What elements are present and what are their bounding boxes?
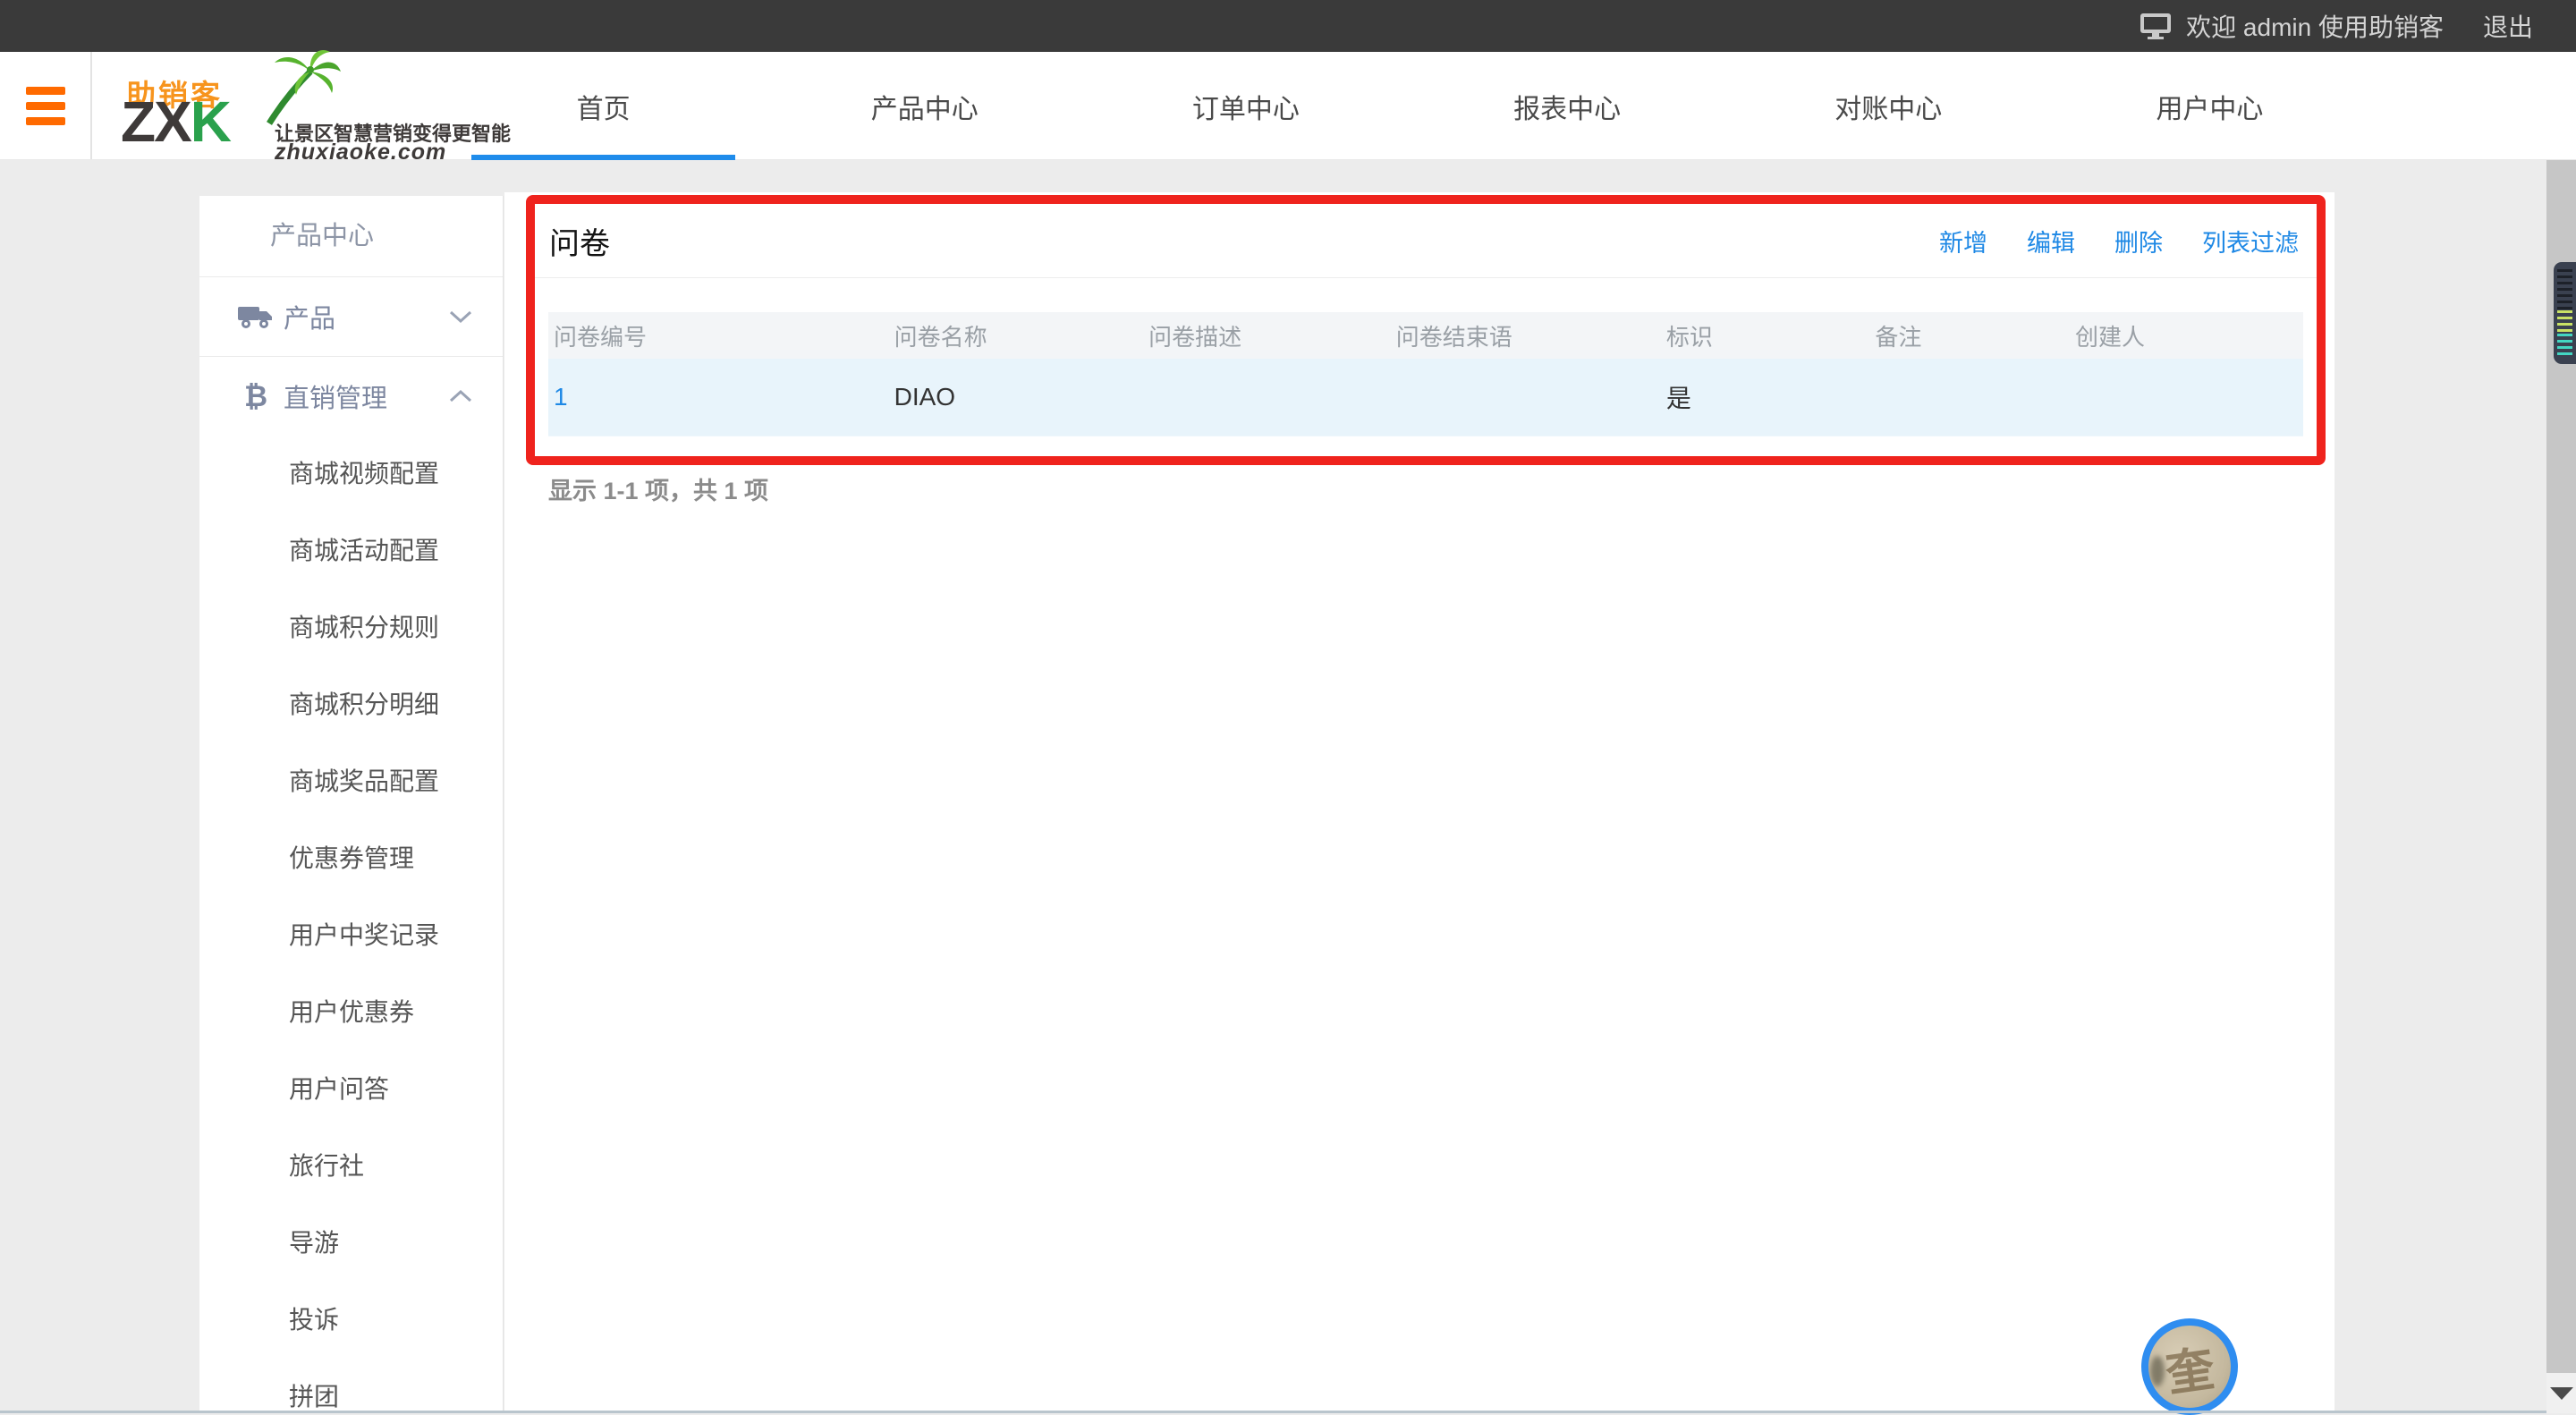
sidebar-item-group-buy[interactable]: 拼团 [199, 1359, 503, 1413]
bitcoin-icon: ₿ [243, 379, 268, 412]
questionnaire-table: 问卷编号 问卷名称 问卷描述 问卷结束语 标识 备注 创建人 1 DIAO 是 [548, 312, 2303, 436]
app-header: 助销客 ZXK 让景区智慧营销变得更智能 zhuxiaoke.com 首页 产品… [0, 50, 2576, 165]
add-button[interactable]: 新增 [1939, 224, 1987, 258]
tab-user-center[interactable]: 用户中心 [2049, 52, 2370, 160]
scrollbar-thumb-stripes [2557, 334, 2572, 355]
sidebar-item-mall-points-rules[interactable]: 商城积分规则 [199, 589, 503, 666]
sidebar-item-user-winning-records[interactable]: 用户中奖记录 [199, 897, 503, 974]
col-questionnaire-name: 问卷名称 [894, 323, 987, 351]
menu-toggle-button[interactable] [0, 52, 92, 159]
sidebar-item-mall-activity-config[interactable]: 商城活动配置 [199, 513, 503, 589]
scrollbar-thumb-stripes [2557, 269, 2572, 310]
sidebar-item-mall-points-detail[interactable]: 商城积分明细 [199, 666, 503, 743]
logout-link[interactable]: 退出 [2483, 8, 2533, 44]
sidebar-item-mall-video-config[interactable]: 商城视频配置 [199, 436, 503, 513]
main-panel: 问卷 新增 编辑 删除 列表过滤 问卷编号 问卷名称 问卷描述 问卷结束语 标识… [504, 192, 2334, 1413]
col-questionnaire-id: 问卷编号 [554, 323, 648, 351]
sidebar-submenu: 商城视频配置 商城活动配置 商城积分规则 商城积分明细 商城奖品配置 优惠券管理… [199, 436, 503, 1413]
scrollbar-bottom-button[interactable] [2546, 1373, 2576, 1413]
tab-report-center[interactable]: 报表中心 [1407, 52, 1728, 160]
col-flag: 标识 [1665, 323, 1713, 351]
sidebar-item-coupon-management[interactable]: 优惠券管理 [199, 820, 503, 897]
sidebar: 产品中心 产品 ₿ 直销管理 商城视频配置 商城活动配置 商城积分规则 商城积分… [199, 196, 504, 1413]
tab-home[interactable]: 首页 [443, 52, 764, 160]
edit-button[interactable]: 编辑 [2027, 224, 2075, 258]
toolbar: 新增 编辑 删除 列表过滤 [1939, 224, 2299, 258]
row-id-link[interactable]: 1 [554, 383, 568, 411]
col-questionnaire-desc: 问卷描述 [1148, 323, 1242, 351]
sidebar-group-product[interactable]: 产品 [199, 277, 503, 357]
col-remark: 备注 [1875, 323, 1922, 351]
table-row[interactable]: 1 DIAO 是 [548, 359, 2303, 436]
brand-zxk: ZXK [121, 89, 232, 154]
page-title: 问卷 [549, 226, 610, 261]
col-questionnaire-closing: 问卷结束语 [1395, 323, 1513, 351]
sidebar-item-travel-agency[interactable]: 旅行社 [199, 1128, 503, 1205]
delete-button[interactable]: 删除 [2114, 224, 2163, 258]
sidebar-item-mall-prize-config[interactable]: 商城奖品配置 [199, 743, 503, 820]
page-body: 产品中心 产品 ₿ 直销管理 商城视频配置 商城活动配置 商城积分规则 商城积分… [0, 160, 2576, 1415]
table-header-row: 问卷编号 问卷名称 问卷描述 问卷结束语 标识 备注 创建人 [548, 312, 2303, 359]
panel-header: 问卷 新增 编辑 删除 列表过滤 [535, 204, 2317, 278]
chevron-up-icon [449, 389, 472, 402]
col-creator: 创建人 [2075, 323, 2146, 351]
welcome-text: 欢迎 admin 使用助销客 [2186, 13, 2444, 41]
brand-logo: 助销客 ZXK 让景区智慧营销变得更智能 zhuxiaoke.com [121, 50, 511, 165]
tab-order-center[interactable]: 订单中心 [1085, 52, 1406, 160]
list-filter-button[interactable]: 列表过滤 [2202, 224, 2299, 258]
palm-tree-icon [267, 50, 341, 125]
main-nav: 首页 产品中心 订单中心 报表中心 对账中心 用户中心 [443, 52, 2370, 160]
scrollbar-thumb-stripes [2557, 310, 2572, 334]
annotation-highlight-box: 问卷 新增 编辑 删除 列表过滤 问卷编号 问卷名称 问卷描述 问卷结束语 标识… [526, 195, 2326, 465]
monitor-icon [2140, 13, 2172, 39]
sidebar-title: 产品中心 [199, 196, 503, 277]
welcome-area: 欢迎 admin 使用助销客 [2140, 8, 2444, 44]
pagination-summary: 显示 1-1 项，共 1 项 [548, 478, 769, 504]
sidebar-item-tour-guide[interactable]: 导游 [199, 1205, 503, 1282]
sidebar-item-user-coupons[interactable]: 用户优惠券 [199, 974, 503, 1051]
tab-product-center[interactable]: 产品中心 [764, 52, 1085, 160]
sidebar-group-label: 直销管理 [284, 385, 388, 413]
scroll-down-arrow-icon [2549, 1386, 2573, 1400]
avatar-glyph: 奎 [2162, 1341, 2218, 1402]
sidebar-group-direct-sales[interactable]: ₿ 直销管理 [199, 357, 503, 436]
sidebar-item-complaints[interactable]: 投诉 [199, 1282, 503, 1359]
row-flag: 是 [1665, 385, 1691, 412]
truck-icon [235, 303, 276, 330]
scrollbar-thumb[interactable] [2554, 262, 2576, 364]
row-name: DIAO [894, 383, 956, 411]
sidebar-group-label: 产品 [284, 305, 336, 334]
sidebar-item-user-qa[interactable]: 用户问答 [199, 1051, 503, 1128]
topbar: 欢迎 admin 使用助销客 退出 [0, 0, 2576, 52]
chevron-down-icon [449, 310, 472, 324]
floating-avatar-button[interactable]: 奎 [2141, 1318, 2238, 1415]
tab-reconciliation-center[interactable]: 对账中心 [1728, 52, 2049, 160]
